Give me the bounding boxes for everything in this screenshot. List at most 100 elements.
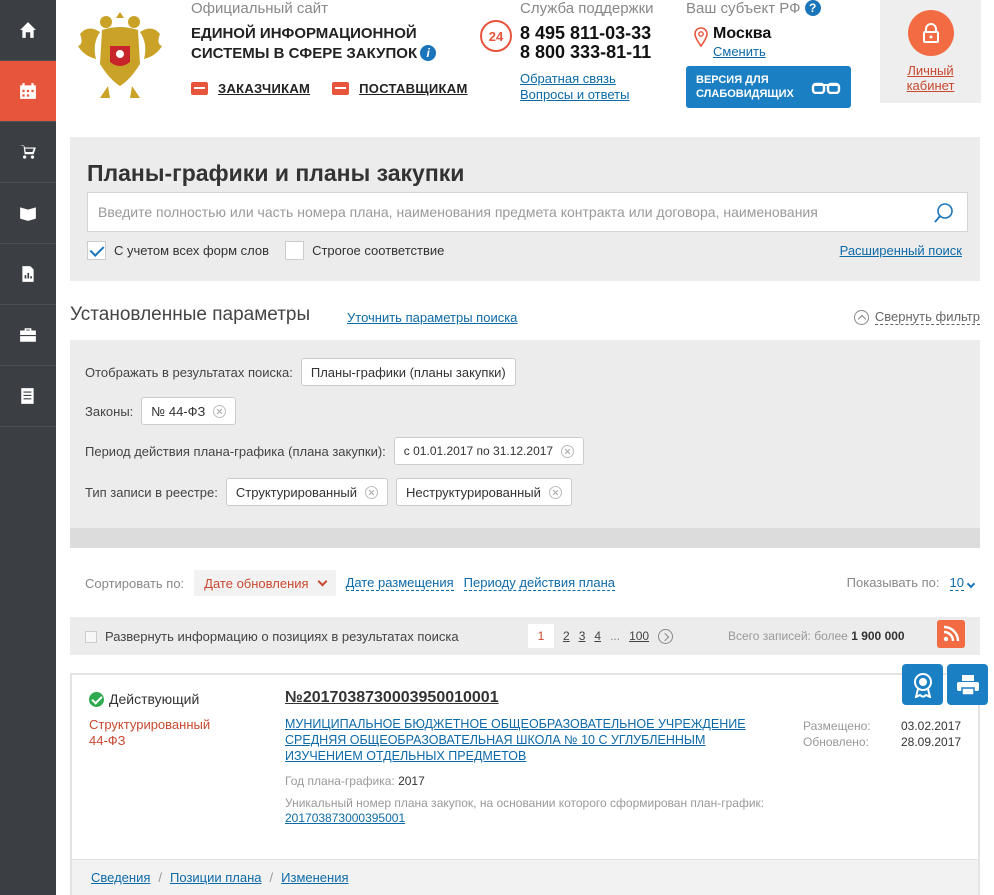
param-row-laws: Законы: № 44-ФЗ (85, 397, 237, 425)
next-page-icon[interactable] (658, 628, 674, 644)
suppliers-link[interactable]: ПОСТАВЩИКАМ (332, 81, 467, 96)
params-footer-bar (70, 528, 980, 548)
remove-icon[interactable] (213, 404, 227, 418)
cart-icon (20, 145, 36, 159)
page-size-label: Показывать по: (846, 575, 940, 590)
page-link[interactable]: 3 (579, 629, 586, 643)
site-title-line2: СИСТЕМЫ В СФЕРЕ ЗАКУПОК (191, 45, 418, 62)
sort-bar: Сортировать по: Дате обновления Дате раз… (85, 570, 615, 596)
remove-icon[interactable] (365, 485, 379, 499)
site-title[interactable]: ЕДИНОЙ ИНФОРМАЦИОННОЙ СИСТЕМЫ В СФЕРЕ ЗА… (191, 24, 468, 64)
personal-cabinet[interactable]: Личный кабинет (880, 0, 981, 103)
search-panel: Планы-графики и планы закупки С учетом в… (70, 137, 980, 281)
result-card: Действующий Структурированный 44-ФЗ №201… (70, 673, 980, 895)
organization-link[interactable]: МУНИЦИПАЛЬНОЕ БЮДЖЕТНОЕ ОБЩЕОБРАЗОВАТЕЛЬ… (285, 716, 785, 764)
word-forms-checkbox[interactable] (87, 241, 106, 260)
period-label: Период действия плана-графика (плана зак… (85, 443, 386, 459)
remove-icon[interactable] (561, 444, 575, 458)
type-tag-unstructured-label: Неструктурированный (406, 484, 541, 500)
faq-link[interactable]: Вопросы и ответы (520, 87, 629, 102)
sidebar-item-purchases[interactable] (0, 122, 56, 183)
refine-params-link[interactable]: Уточнить параметры поиска (347, 310, 517, 325)
type-tag-structured[interactable]: Структурированный (225, 478, 389, 506)
page-size-value: 10 (949, 575, 964, 591)
page-title: Планы-графики и планы закупки (87, 160, 465, 186)
word-forms-option[interactable]: С учетом всех форм слов (87, 241, 269, 260)
site-header: Официальный сайт ЕДИНОЙ ИНФОРМАЦИОННОЙ С… (56, 0, 994, 125)
updated-value: 28.09.2017 (901, 735, 962, 749)
card-footer: Сведения / Позиции плана / Изменения (72, 859, 978, 895)
page-current[interactable]: 1 (528, 624, 554, 648)
low-vision-button[interactable]: ВЕРСИЯ ДЛЯ СЛАБОВИДЯЩИХ (686, 66, 851, 108)
print-button[interactable] (947, 664, 988, 705)
region-city: Москва (713, 25, 772, 42)
chevron-down-icon (966, 579, 976, 589)
customers-link[interactable]: ЗАКАЗЧИКАМ (191, 81, 310, 96)
sort-by-posted-link[interactable]: Дате размещения (345, 575, 454, 591)
region-change-link[interactable]: Сменить (713, 44, 766, 59)
period-tag[interactable]: с 01.01.2017 по 31.12.2017 (393, 437, 585, 465)
expand-positions-option[interactable]: Развернуть информацию о позициях в резул… (85, 629, 459, 644)
lock-icon (907, 10, 954, 56)
calendar-icon (20, 83, 36, 99)
plan-year: Год плана-графика: 2017 (285, 774, 425, 788)
rss-icon[interactable] (937, 620, 965, 648)
low-vision-label-2: СЛАБОВИДЯЩИХ (696, 88, 794, 100)
sidebar-item-documents[interactable] (0, 366, 56, 427)
laws-tag[interactable]: № 44-ФЗ (141, 397, 237, 425)
display-tag-label: Планы-графики (планы закупки) (310, 364, 506, 380)
sidebar-item-library[interactable] (0, 183, 56, 244)
sort-by-period-link[interactable]: Периоду действия плана (463, 575, 615, 591)
pagination: 1 2 3 4 ... 100 (528, 624, 674, 648)
unique-plan-link[interactable]: 201703873000395001 (285, 811, 405, 825)
feedback-link[interactable]: Обратная связь (520, 71, 616, 86)
coat-of-arms-logo[interactable] (70, 4, 170, 104)
award-icon (913, 672, 932, 698)
strict-match-option[interactable]: Строгое соответствие (285, 241, 444, 260)
sort-by-update-dropdown[interactable]: Дате обновления (194, 570, 336, 596)
expand-positions-label: Развернуть информацию о позициях в резул… (105, 629, 459, 644)
word-forms-label: С учетом всех форм слов (114, 243, 270, 258)
display-label: Отображать в результатах поиска: (85, 364, 293, 380)
page-link-last[interactable]: 100 (629, 629, 649, 643)
support-phone-1: 8 495 811-03-33 (520, 23, 652, 43)
laws-tag-label: № 44-ФЗ (151, 403, 206, 419)
collapse-filter-button[interactable]: Свернуть фильтр (853, 309, 980, 325)
collapse-filter-label: Свернуть фильтр (874, 309, 980, 325)
remove-icon[interactable] (548, 485, 562, 499)
low-vision-label-1: ВЕРСИЯ ДЛЯ (696, 74, 769, 86)
cabinet-label-1: Личный (907, 63, 954, 78)
briefcase-icon (191, 82, 208, 95)
search-input[interactable] (98, 193, 923, 231)
type-tag-unstructured[interactable]: Неструктурированный (396, 478, 572, 506)
page-size-select[interactable]: 10 (949, 575, 976, 591)
plan-positions-link[interactable]: Позиции плана (170, 870, 262, 885)
param-row-type: Тип записи в реестре: Структурированный … (85, 478, 572, 506)
award-button[interactable] (902, 664, 943, 705)
customers-link-label: ЗАКАЗЧИКАМ (218, 81, 311, 96)
changes-link[interactable]: Изменения (281, 870, 348, 885)
separator: / (269, 870, 274, 885)
sidebar-item-plans[interactable] (0, 61, 56, 122)
info-link[interactable]: Сведения (91, 870, 150, 885)
info-icon[interactable]: i (420, 45, 437, 61)
page-link[interactable]: 4 (594, 629, 601, 643)
updated-label: Обновлено: (803, 735, 869, 749)
sidebar-item-reports[interactable] (0, 244, 56, 305)
display-tag[interactable]: Планы-графики (планы закупки) (300, 358, 516, 386)
page-link[interactable]: 2 (563, 629, 570, 643)
cabinet-label-2: кабинет (906, 78, 955, 93)
plan-number-link[interactable]: №201703873000395001000​1 (285, 689, 499, 707)
expand-positions-checkbox[interactable] (85, 630, 97, 643)
cabinet-link[interactable]: Личный кабинет (907, 63, 955, 93)
search-icon[interactable] (933, 202, 955, 224)
advanced-search-link[interactable]: Расширенный поиск (840, 243, 962, 258)
help-icon[interactable]: ? (804, 0, 821, 16)
strict-match-checkbox[interactable] (285, 241, 305, 260)
book-icon (20, 207, 36, 221)
laws-label: Законы: (85, 403, 134, 419)
sidebar-item-home[interactable] (0, 0, 56, 61)
support-phone-2: 8 800 333-81-11 (520, 42, 652, 62)
strict-match-label: Строгое соответствие (312, 243, 445, 258)
sidebar-item-business[interactable] (0, 305, 56, 366)
